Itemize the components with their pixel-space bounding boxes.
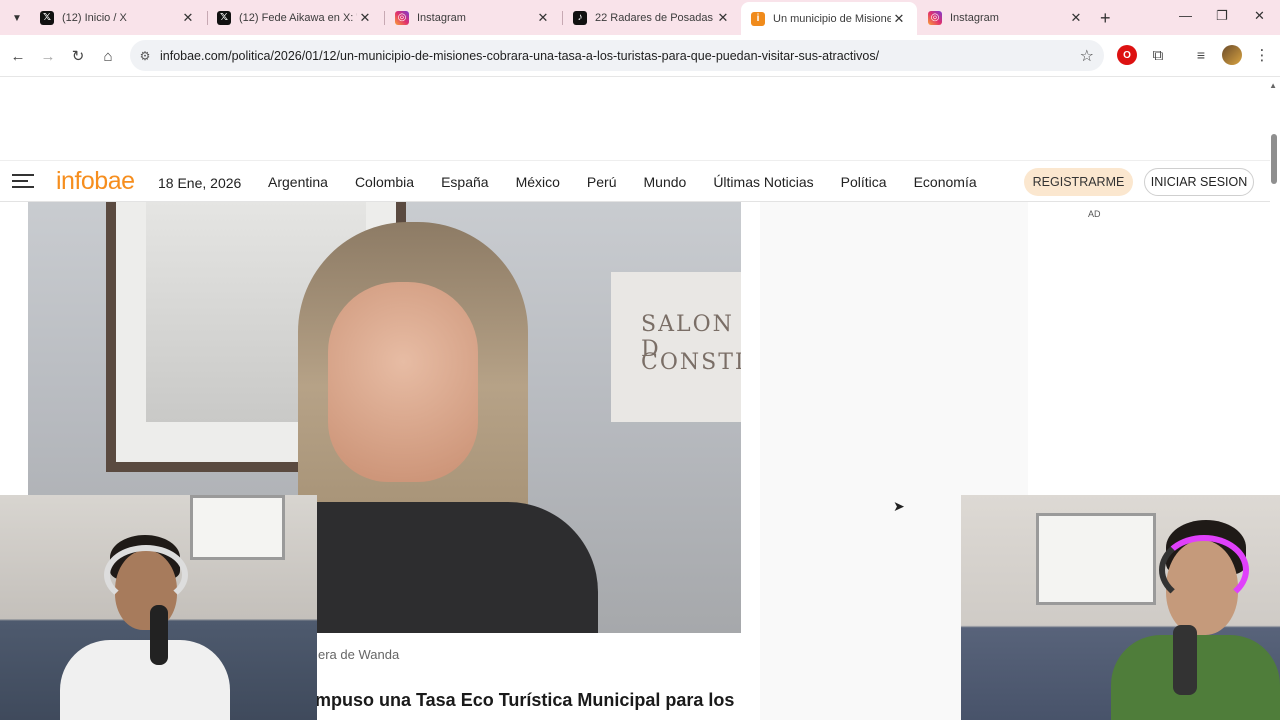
tab-title: (12) Fede Aikawa en X: "y l xyxy=(239,11,357,24)
wall-sign: SALON D CONSTI xyxy=(611,272,741,422)
browser-tab-active[interactable]: i Un municipio de Misiones ✕ xyxy=(741,2,917,35)
image-caption: era de Wanda xyxy=(318,647,400,662)
back-arrow-icon[interactable]: ← xyxy=(6,44,30,68)
browser-tab[interactable]: ♪ 22 Radares de Posadas a E ✕ xyxy=(563,4,741,31)
article-lead-text: mpuso una Tasa Eco Turística Municipal p… xyxy=(315,690,735,710)
close-tab-icon[interactable]: ✕ xyxy=(357,10,373,26)
infobae-logo[interactable]: infobae xyxy=(56,167,135,196)
browser-tab[interactable]: ◎ Instagram ✕ xyxy=(918,4,1094,31)
browser-toolbar: ← → ↻ ⌂ ⚙ infobae.com/politica/2026/01/1… xyxy=(0,35,1280,77)
browser-tab[interactable]: 𝕏 (12) Inicio / X ✕ xyxy=(30,4,206,31)
x-logo-icon: 𝕏 xyxy=(217,10,231,25)
x-logo-icon: 𝕏 xyxy=(40,10,54,25)
hamburger-menu-icon[interactable] xyxy=(12,170,38,192)
extensions-puzzle-icon[interactable]: ⧉ xyxy=(1148,45,1168,65)
nav-link-ultimas-noticias[interactable]: Últimas Noticias xyxy=(713,174,813,190)
tiktok-icon: ♪ xyxy=(573,10,587,25)
tab-title: 22 Radares de Posadas a E xyxy=(595,11,715,24)
nav-link-mundo[interactable]: Mundo xyxy=(644,174,687,190)
nav-link-peru[interactable]: Perú xyxy=(587,174,617,190)
webcam-overlay-left xyxy=(0,495,317,720)
tab-title: (12) Inicio / X xyxy=(62,11,127,24)
webcam-overlay-right xyxy=(961,495,1280,720)
nav-link-argentina[interactable]: Argentina xyxy=(268,174,328,190)
site-navbar: infobae 18 Ene, 2026 Argentina Colombia … xyxy=(0,160,1270,202)
tab-title: Instagram xyxy=(417,11,466,24)
scrollbar-thumb[interactable] xyxy=(1271,134,1277,184)
nav-link-politica[interactable]: Política xyxy=(841,174,887,190)
current-date: 18 Ene, 2026 xyxy=(158,175,242,191)
person-face xyxy=(328,282,478,482)
infobae-icon: i xyxy=(751,11,765,26)
media-controls-icon[interactable]: ≡ xyxy=(1191,45,1211,65)
profile-avatar-icon[interactable] xyxy=(1222,45,1242,65)
restore-icon[interactable]: ❐ xyxy=(1216,8,1228,24)
tab-title: Un municipio de Misiones xyxy=(773,12,891,25)
tab-title: Instagram xyxy=(950,11,999,24)
nav-link-economia[interactable]: Economía xyxy=(914,174,977,190)
scroll-up-arrow-icon[interactable]: ▲ xyxy=(1269,81,1277,90)
opera-extension-icon[interactable]: O xyxy=(1117,45,1137,65)
nav-link-mexico[interactable]: México xyxy=(516,174,560,190)
close-tab-icon[interactable]: ✕ xyxy=(535,10,551,26)
menu-kebab-icon[interactable]: ⋮ xyxy=(1252,45,1272,65)
close-tab-icon[interactable]: ✕ xyxy=(715,10,731,26)
reload-icon[interactable]: ↻ xyxy=(66,44,90,68)
close-tab-icon[interactable]: ✕ xyxy=(1068,10,1084,26)
browser-tab[interactable]: 𝕏 (12) Fede Aikawa en X: "y l ✕ xyxy=(207,4,383,31)
instagram-icon: ◎ xyxy=(395,10,409,25)
window-close-icon[interactable]: ✕ xyxy=(1254,8,1265,24)
bookmark-star-icon[interactable]: ☆ xyxy=(1080,46,1094,66)
whiteboard xyxy=(1036,513,1156,605)
login-button[interactable]: INICIAR SESION xyxy=(1144,168,1254,196)
close-tab-icon[interactable]: ✕ xyxy=(180,10,196,26)
new-tab-plus-icon[interactable]: + xyxy=(1100,8,1111,29)
url-text[interactable]: infobae.com/politica/2026/01/12/un-munic… xyxy=(160,49,1104,63)
close-tab-icon[interactable]: ✕ xyxy=(891,11,907,27)
home-icon[interactable]: ⌂ xyxy=(96,44,120,68)
forward-arrow-icon[interactable]: → xyxy=(36,44,60,68)
tab-search-chevron-icon[interactable]: ▼ xyxy=(6,7,28,29)
nav-link-espana[interactable]: España xyxy=(441,174,488,190)
register-button[interactable]: REGISTRARME xyxy=(1024,168,1133,196)
site-info-icon[interactable]: ⚙ xyxy=(130,49,160,63)
browser-tab-strip: ▼ 𝕏 (12) Inicio / X ✕ 𝕏 (12) Fede Aikawa… xyxy=(0,0,1280,35)
browser-tab[interactable]: ◎ Instagram ✕ xyxy=(385,4,561,31)
address-bar[interactable]: ⚙ infobae.com/politica/2026/01/12/un-mun… xyxy=(130,40,1104,71)
instagram-icon: ◎ xyxy=(928,10,942,25)
whiteboard xyxy=(190,495,285,560)
mouse-cursor-icon: ➤ xyxy=(893,498,905,514)
nav-link-colombia[interactable]: Colombia xyxy=(355,174,414,190)
minimize-icon[interactable]: — xyxy=(1179,8,1192,23)
section-nav: Argentina Colombia España México Perú Mu… xyxy=(268,174,1004,190)
ad-label: AD xyxy=(1088,209,1101,219)
